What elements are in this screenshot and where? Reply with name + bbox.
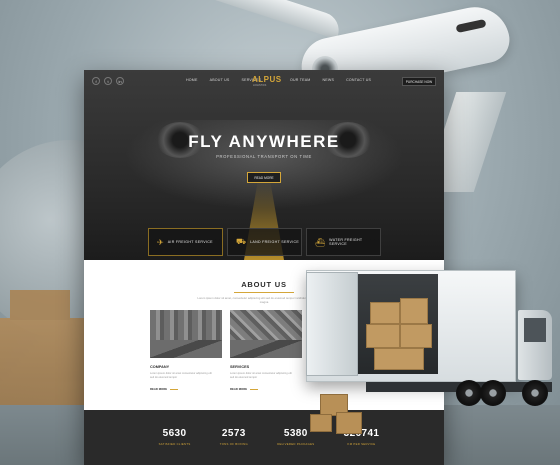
service-air-freight[interactable]: ✈ AIR FREIGHT SERVICE	[148, 228, 223, 256]
main-nav-left: HOME ABOUT US SERVICES	[186, 78, 261, 82]
airplane-wing	[117, 0, 344, 40]
linkedin-icon[interactable]: in	[116, 77, 124, 85]
cargo-box	[400, 298, 428, 324]
truck-window	[524, 318, 546, 342]
stat-number: 2573	[221, 428, 246, 439]
card-read-more-company[interactable]: READ MORE	[150, 387, 178, 391]
cargo-box	[310, 414, 332, 432]
stat-item: 2573 TONS OF BOXING	[220, 428, 248, 465]
cargo-box	[374, 348, 424, 370]
cargo-box	[400, 324, 432, 348]
service-tabs: ✈ AIR FREIGHT SERVICE ⛟ LAND FREIGHT SER…	[148, 228, 381, 256]
card-read-more-services[interactable]: READ MORE	[230, 387, 258, 391]
about-divider	[234, 292, 294, 293]
hero-title: FLY ANYWHERE	[188, 132, 340, 151]
card-text-company: Lorem ipsum dolor sit amet consectetur a…	[150, 372, 212, 379]
company-photo	[150, 310, 222, 358]
stat-label: TONS OF BOXING	[219, 442, 248, 446]
ship-icon: ⛴	[315, 237, 326, 247]
twitter-icon[interactable]: t	[104, 77, 112, 85]
nav-item-team[interactable]: OUR TEAM	[290, 78, 311, 82]
facebook-icon[interactable]: f	[92, 77, 100, 85]
stat-label: SATISFIED CLIENTS	[158, 442, 191, 446]
social-links: f t in	[92, 77, 124, 85]
hero-subtitle: PROFESSIONAL TRANSPORT ON TIME	[216, 154, 312, 159]
cargo-box	[366, 324, 400, 348]
card-title-company: COMPANY	[150, 365, 170, 369]
truck-wheel	[522, 380, 548, 406]
truck-door	[306, 272, 358, 376]
service-label: LAND FREIGHT SERVICE	[250, 240, 300, 244]
cargo-box	[370, 302, 400, 324]
main-nav-right: OUR TEAM NEWS CONTACT US	[290, 78, 371, 82]
site-logo-subtitle: LOGISTICS	[253, 84, 267, 87]
service-water-freight[interactable]: ⛴ WATER FREIGHT SERVICE	[306, 228, 381, 256]
plane-icon: ✈	[157, 237, 164, 247]
stat-number: 5630	[162, 428, 187, 439]
nav-item-contact[interactable]: CONTACT US	[346, 78, 371, 82]
truck-icon: ⛟	[236, 237, 247, 246]
purchase-button[interactable]: PURCHASE NOW	[402, 77, 436, 86]
nav-item-news[interactable]: NEWS	[323, 78, 335, 82]
promo-scene: f t in HOME ABOUT US SERVICES ALPUS LOGI…	[0, 0, 560, 465]
truck-wheel	[480, 380, 506, 406]
card-title-services: SERVICES	[230, 365, 250, 369]
stat-label: KM PER SERVICE	[347, 442, 376, 446]
hero-read-more-button[interactable]: READ MORE	[247, 172, 281, 183]
cargo-box	[336, 412, 362, 434]
nav-item-about[interactable]: ABOUT US	[210, 78, 230, 82]
service-label: AIR FREIGHT SERVICE	[167, 240, 213, 244]
site-logo[interactable]: ALPUS	[252, 75, 282, 84]
truck-wheel	[456, 380, 482, 406]
service-label: WATER FREIGHT SERVICE	[329, 238, 363, 246]
card-text-services: Lorem ipsum dolor sit amet consectetur a…	[230, 372, 292, 379]
truck-image	[296, 262, 560, 442]
hero-section: f t in HOME ABOUT US SERVICES ALPUS LOGI…	[84, 70, 444, 260]
services-photo	[230, 310, 302, 358]
stat-item: 5630 SATISFIED CLIENTS	[159, 428, 191, 465]
stat-label: DELIVERED PACKAGES	[277, 442, 315, 446]
service-land-freight[interactable]: ⛟ LAND FREIGHT SERVICE	[227, 228, 302, 256]
nav-item-home[interactable]: HOME	[186, 78, 198, 82]
